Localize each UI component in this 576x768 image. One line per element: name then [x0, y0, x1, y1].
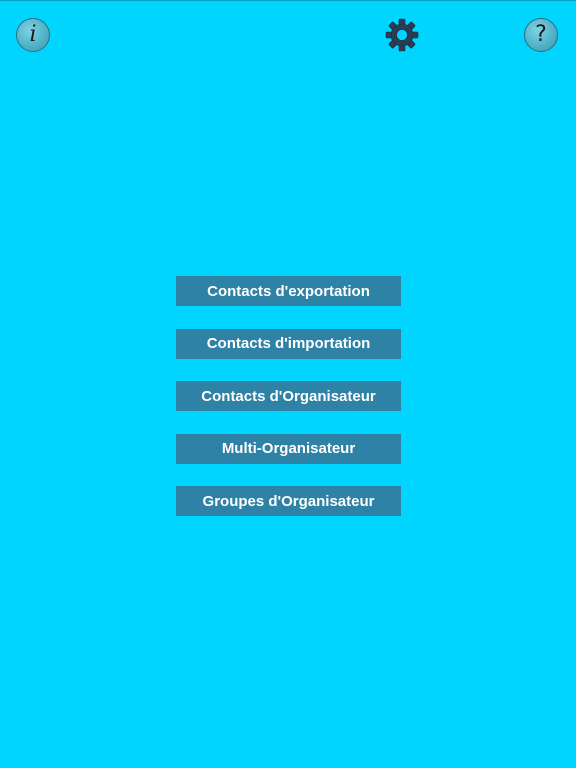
organizer-contacts-button[interactable]: Contacts d'Organisateur	[176, 381, 401, 411]
export-contacts-button[interactable]: Contacts d'exportation	[176, 276, 401, 306]
main-menu: Contacts d'exportation Contacts d'import…	[176, 276, 401, 539]
question-mark-icon: ?	[535, 22, 547, 47]
organizer-groups-button[interactable]: Groupes d'Organisateur	[176, 486, 401, 516]
app-screen: i ? Contacts d'exportation Contacts d'im…	[0, 0, 576, 768]
multi-organizer-button[interactable]: Multi-Organisateur	[176, 433, 401, 464]
settings-button[interactable]	[385, 18, 419, 52]
import-contacts-button[interactable]: Contacts d'importation	[176, 328, 401, 359]
info-button[interactable]: i	[16, 18, 50, 52]
help-button[interactable]: ?	[524, 18, 558, 52]
info-icon: i	[29, 21, 37, 47]
gear-icon	[385, 18, 419, 52]
